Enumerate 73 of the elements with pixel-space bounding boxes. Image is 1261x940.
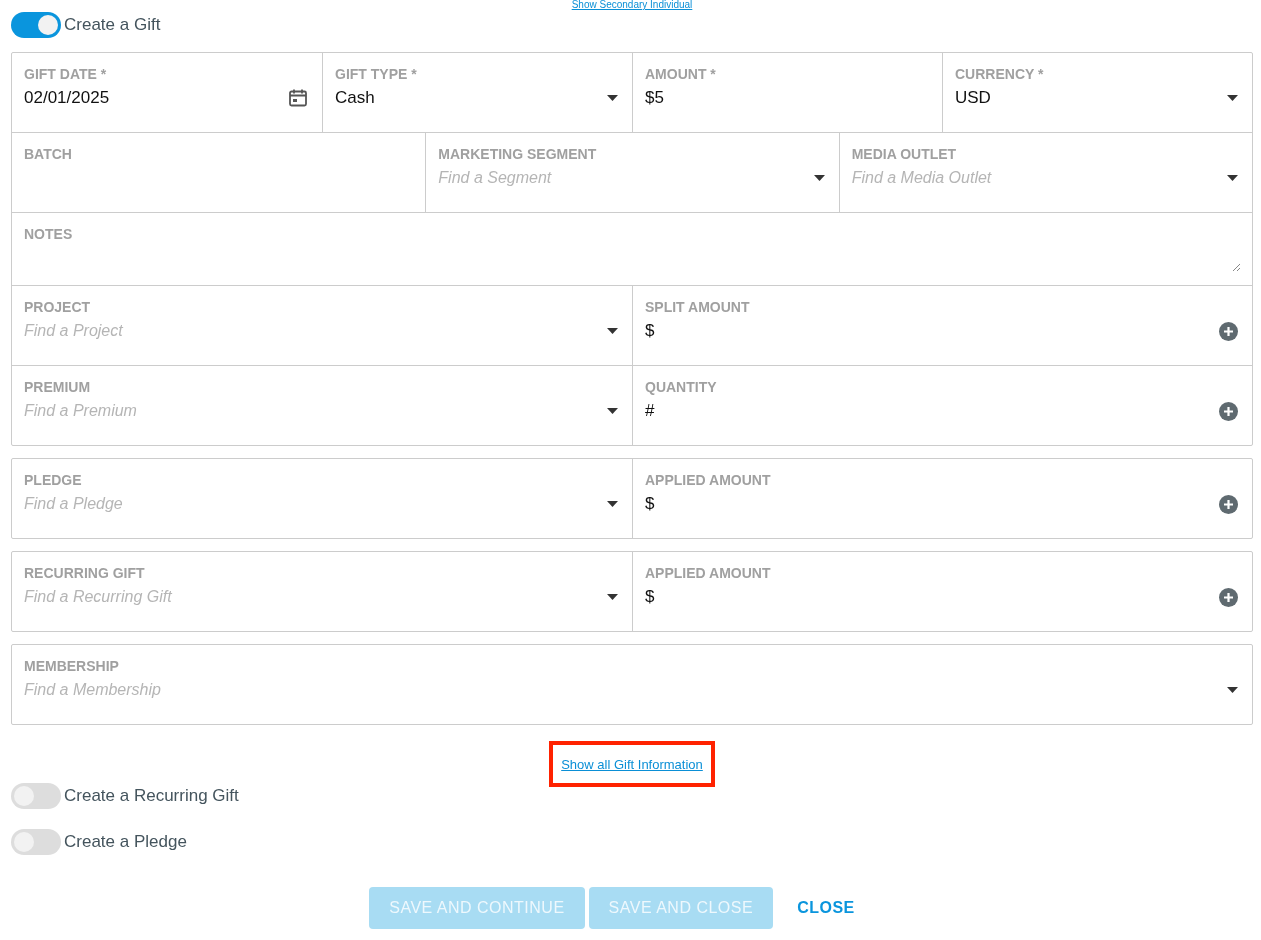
field-value: $	[645, 587, 655, 607]
form-field[interactable]: PREMIUM Find a Premium	[12, 366, 632, 445]
add-icon[interactable]	[1219, 587, 1238, 607]
form-field[interactable]: APPLIED AMOUNT $	[632, 552, 1252, 631]
field-placeholder: Find a Project	[24, 322, 123, 340]
form-field[interactable]: NOTES	[12, 213, 1252, 285]
form-field[interactable]: GIFT TYPE * Cash	[322, 53, 632, 132]
form-field[interactable]: RECURRING GIFT Find a Recurring Gift	[12, 552, 632, 631]
dropdown-caret-icon[interactable]	[1227, 687, 1238, 693]
field-label: CURRENCY *	[955, 66, 1044, 82]
field-label: PLEDGE	[24, 472, 82, 488]
calendar-icon[interactable]	[288, 88, 308, 108]
close-button[interactable]: CLOSE	[777, 887, 875, 929]
toggle-label: Create a Gift	[64, 15, 161, 35]
field-label: AMOUNT *	[645, 66, 716, 82]
field-label: RECURRING GIFT	[24, 565, 145, 581]
field-label: NOTES	[24, 226, 73, 242]
field-label: SPLIT AMOUNT	[645, 299, 750, 315]
field-label: GIFT TYPE *	[335, 66, 417, 82]
toggle-switch[interactable]	[11, 12, 61, 38]
form-field[interactable]: APPLIED AMOUNT $	[632, 459, 1252, 538]
field-value: #	[645, 401, 655, 421]
field-label: MARKETING SEGMENT	[438, 146, 597, 162]
field-placeholder: Find a Segment	[438, 169, 552, 187]
field-value: $	[645, 494, 655, 514]
dropdown-caret-icon[interactable]	[1227, 95, 1238, 101]
add-icon[interactable]	[1219, 494, 1238, 514]
field-placeholder: Find a Membership	[24, 681, 161, 699]
form-field[interactable]: SPLIT AMOUNT $	[632, 286, 1252, 365]
form-field[interactable]: MARKETING SEGMENT Find a Segment	[425, 133, 839, 212]
toggle-switch[interactable]	[11, 829, 61, 855]
field-placeholder: Find a Premium	[24, 402, 137, 420]
field-label: PREMIUM	[24, 379, 91, 395]
dropdown-caret-icon[interactable]	[1227, 175, 1238, 181]
form-field[interactable]: CURRENCY * USD	[942, 53, 1252, 132]
toggle-label: Create a Pledge	[64, 832, 187, 852]
show-all-gift-information-link[interactable]: Show all Gift Information	[561, 757, 703, 772]
form-field[interactable]: BATCH	[12, 133, 426, 212]
field-placeholder: Find a Pledge	[24, 495, 123, 513]
show-secondary-link[interactable]: Show Secondary Individual	[571, 0, 693, 10]
field-label: GIFT DATE *	[24, 66, 107, 82]
form-field[interactable]: PLEDGE Find a Pledge	[12, 459, 632, 538]
form-field[interactable]: QUANTITY #	[632, 366, 1252, 445]
field-value: Cash	[335, 88, 375, 108]
field-placeholder: Find a Recurring Gift	[24, 588, 172, 606]
field-label: PROJECT	[24, 299, 91, 315]
field-label: QUANTITY	[645, 379, 717, 395]
resize-grip-icon[interactable]	[1232, 263, 1240, 271]
toggle-label: Create a Recurring Gift	[64, 786, 239, 806]
form-field[interactable]: MEMBERSHIP Find a Membership	[12, 645, 1252, 724]
field-value: USD	[955, 88, 991, 108]
add-icon[interactable]	[1219, 401, 1238, 421]
dropdown-caret-icon[interactable]	[607, 95, 618, 101]
form-field[interactable]: PROJECT Find a Project	[12, 286, 632, 365]
toggle-switch[interactable]	[11, 783, 61, 809]
dropdown-caret-icon[interactable]	[813, 175, 825, 181]
form-field[interactable]: GIFT DATE * 02/01/2025	[12, 53, 322, 132]
field-value: 02/01/2025	[24, 88, 110, 108]
field-value: $5	[645, 88, 664, 108]
dropdown-caret-icon[interactable]	[607, 328, 618, 334]
form-field[interactable]: AMOUNT * $5	[632, 53, 942, 132]
dropdown-caret-icon[interactable]	[607, 501, 618, 507]
field-label: APPLIED AMOUNT	[645, 565, 771, 581]
add-icon[interactable]	[1219, 321, 1238, 341]
field-label: MEMBERSHIP	[24, 658, 119, 674]
dropdown-caret-icon[interactable]	[607, 594, 618, 600]
field-label: BATCH	[24, 146, 72, 162]
dropdown-caret-icon[interactable]	[607, 408, 618, 414]
form-field[interactable]: MEDIA OUTLET Find a Media Outlet	[838, 133, 1252, 212]
field-value: $	[645, 321, 655, 341]
field-label: MEDIA OUTLET	[851, 146, 957, 162]
field-label: APPLIED AMOUNT	[645, 472, 771, 488]
field-placeholder: Find a Media Outlet	[851, 169, 992, 187]
